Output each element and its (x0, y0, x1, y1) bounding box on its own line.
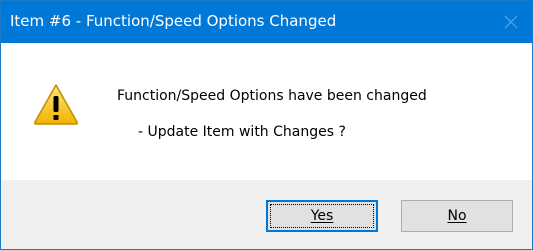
yes-button-label: Yes (310, 208, 334, 224)
window-title: Item #6 - Function/Speed Options Changed (10, 12, 337, 30)
yes-button[interactable]: Yes (266, 200, 378, 232)
close-icon (504, 15, 518, 29)
close-button[interactable] (490, 1, 532, 43)
no-button[interactable]: No (401, 200, 513, 232)
message-text: Function/Speed Options have been changed (117, 88, 427, 104)
no-button-label: No (447, 208, 467, 224)
message-question: - Update Item with Changes ? (138, 124, 346, 140)
button-bar: Yes No (1, 180, 532, 249)
dialog-content: Function/Speed Options have been changed… (1, 43, 532, 180)
warning-icon (33, 84, 79, 125)
dialog-window: Item #6 - Function/Speed Options Changed… (0, 0, 533, 250)
title-bar[interactable]: Item #6 - Function/Speed Options Changed (1, 1, 532, 43)
